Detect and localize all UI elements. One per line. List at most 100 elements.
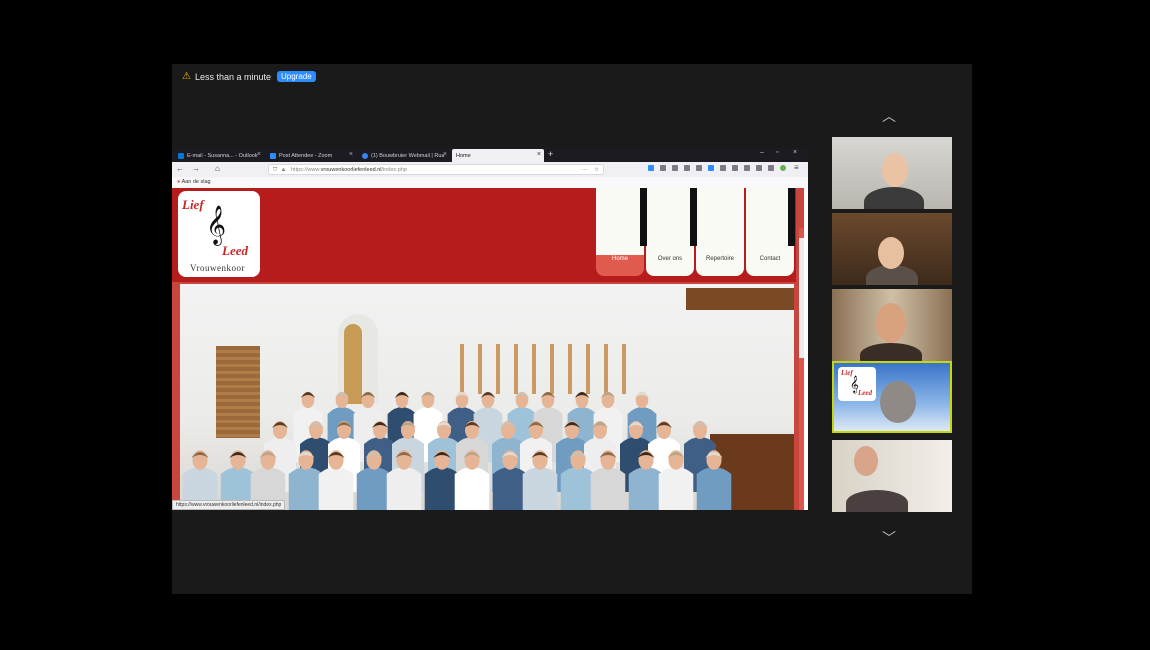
maximize-icon[interactable]: ▫	[776, 149, 778, 156]
browser-nav-bar: ← → ⌂ https://www.vrouwenkoorliefenleed.…	[172, 162, 808, 178]
scroll-down-icon[interactable]: ﹀	[882, 528, 896, 548]
nav-label: Home	[611, 256, 628, 262]
nav-label: Repertoire	[705, 256, 734, 262]
minimize-icon[interactable]: –	[760, 149, 764, 156]
more-icon[interactable]: ···	[582, 165, 588, 176]
close-window-icon[interactable]: ×	[793, 149, 797, 156]
forward-icon[interactable]: →	[192, 164, 200, 173]
extension-icon[interactable]	[696, 165, 702, 171]
logo-word-lief: Lief	[182, 197, 204, 212]
participant-video-5[interactable]	[832, 440, 952, 512]
nav-contact[interactable]: Contact	[746, 188, 794, 276]
meeting-time-banner: ⚠ Less than a minute Upgrade	[182, 71, 316, 82]
nav-label: Over ons	[657, 256, 683, 262]
choir-member-body	[424, 467, 460, 510]
tab-label: (1) Bouwbruier Webmail | Rua	[371, 152, 445, 159]
logo-word-leed: Leed	[858, 389, 872, 397]
choir-member-body	[454, 467, 490, 510]
browser-tab-zoom[interactable]: Post Attendee - Zoom ×	[266, 149, 356, 162]
extension-icon[interactable]	[744, 165, 750, 171]
zoom-meeting-window: ⚠ Less than a minute Upgrade E-mail - Su…	[172, 64, 972, 594]
shared-screen: E-mail - Susanna... - Outlook × Post Att…	[172, 148, 808, 510]
shield-icon[interactable]: ⛉	[273, 165, 277, 176]
download-icon[interactable]	[648, 165, 654, 171]
url-path: /index.php	[381, 167, 407, 173]
upgrade-button[interactable]: Upgrade	[277, 71, 316, 82]
site-logo[interactable]: Lief 𝄞 Leed Vrouwenkoor	[178, 191, 260, 277]
extension-icon[interactable]	[708, 165, 714, 171]
participant-body	[860, 343, 922, 361]
new-tab-icon[interactable]: +	[548, 149, 553, 159]
participant-body	[864, 187, 924, 209]
choir-photo	[180, 284, 794, 510]
choir-member-body	[590, 467, 626, 510]
choir-member-body	[560, 467, 596, 510]
choir-member-body	[522, 467, 558, 510]
page-scrollbar[interactable]	[799, 228, 804, 510]
participant-video-2[interactable]	[832, 213, 952, 285]
time-remaining-text: Less than a minute	[194, 71, 272, 82]
url-domain: vrouwenkoorliefenleed.nl	[320, 167, 382, 173]
scroll-up-icon[interactable]: ︿	[882, 106, 896, 126]
extension-icon[interactable]	[768, 165, 774, 171]
extension-icon[interactable]	[684, 165, 690, 171]
participant-video-4-active-speaker[interactable]: Lief 𝄞 Leed	[832, 361, 952, 433]
sidebar-icon[interactable]	[672, 165, 678, 171]
participant-body	[846, 490, 908, 512]
participant-video-1[interactable]	[832, 137, 952, 209]
nav-repertoire[interactable]: Repertoire	[696, 188, 744, 276]
bookmark-star-icon[interactable]: ☆	[594, 165, 599, 176]
address-bar[interactable]: https://www.vrouwenkoorliefenleed.nl/ind…	[268, 164, 604, 175]
warning-icon: ⚠	[182, 71, 191, 82]
choir-member-body	[386, 467, 422, 510]
treble-clef-icon: 𝄞	[206, 205, 227, 245]
browser-tab-webmail[interactable]: (1) Bouwbruier Webmail | Rua ×	[358, 149, 450, 162]
webmail-icon	[362, 152, 368, 159]
browser-tab-home[interactable]: Home ×	[452, 149, 544, 162]
choir-member-body	[288, 467, 324, 510]
piano-black-key	[690, 188, 697, 246]
bookmarks-bar: ● Aan de slag	[172, 177, 808, 188]
scrollbar-thumb[interactable]	[799, 238, 804, 358]
nav-over-ons[interactable]: Over ons	[646, 188, 694, 276]
choir-member-body	[318, 467, 354, 510]
menu-icon[interactable]: ≡	[794, 163, 799, 172]
site-header: Lief 𝄞 Leed Vrouwenkoor Home Over ons Re…	[172, 188, 796, 282]
back-icon[interactable]: ←	[176, 164, 184, 173]
choir-member-body	[628, 467, 664, 510]
home-icon[interactable]: ⌂	[215, 164, 220, 173]
participant-face	[880, 381, 916, 423]
piano-black-key	[640, 188, 647, 246]
browser-tab-bar: E-mail - Susanna... - Outlook × Post Att…	[172, 148, 808, 162]
choir-member-body	[356, 467, 392, 510]
library-icon[interactable]	[660, 165, 666, 171]
participant-face	[854, 446, 878, 476]
close-icon[interactable]: ×	[349, 151, 353, 158]
participant-face	[882, 153, 908, 187]
logo-word-leed: Leed	[222, 243, 248, 258]
nav-home[interactable]: Home	[596, 188, 644, 276]
bookmark-aan-de-slag[interactable]: Aan de slag	[182, 179, 211, 185]
extension-icon[interactable]	[756, 165, 762, 171]
participant-video-3[interactable]	[832, 289, 952, 361]
tab-label: Post Attendee - Zoom	[279, 152, 333, 159]
zoom-icon	[270, 152, 276, 159]
lock-icon: 🔒︎	[282, 167, 285, 173]
outlook-icon	[178, 152, 184, 159]
browser-tab-outlook[interactable]: E-mail - Susanna... - Outlook ×	[174, 149, 264, 162]
close-icon[interactable]: ×	[257, 151, 261, 158]
choir-member-body	[696, 467, 732, 510]
status-url: https://www.vrouwenkoorliefenleed.nl/ind…	[172, 500, 286, 510]
extension-icon[interactable]	[732, 165, 738, 171]
participant-face	[876, 303, 906, 343]
piano-black-key	[788, 188, 795, 246]
profile-icon[interactable]	[780, 165, 786, 171]
virtual-background-logo: Lief 𝄞 Leed	[838, 367, 876, 401]
choir-member-body	[658, 467, 694, 510]
extension-icon[interactable]	[720, 165, 726, 171]
close-icon[interactable]: ×	[443, 151, 447, 158]
url-prefix: https://www.	[291, 167, 321, 173]
nav-label: Contact	[759, 256, 781, 262]
close-icon[interactable]: ×	[537, 151, 541, 158]
firefox-icon: ●	[177, 179, 181, 185]
